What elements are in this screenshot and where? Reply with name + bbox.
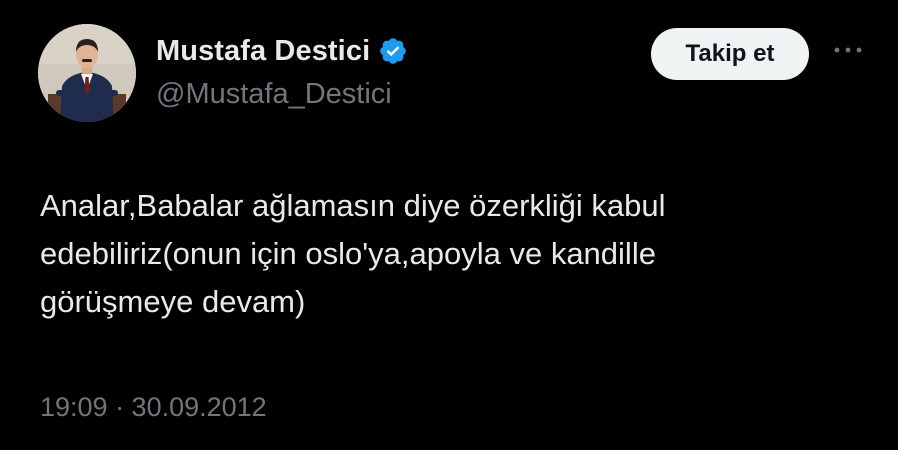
author-name-row: Mustafa Destici bbox=[156, 33, 408, 69]
author-handle[interactable]: @Mustafa_Destici bbox=[156, 78, 392, 111]
follow-button[interactable]: Takip et bbox=[651, 28, 809, 80]
tweet-text: Analar,Babalar ağlamasın diye özerkliği … bbox=[40, 188, 666, 319]
tweet-timestamp[interactable]: 19:09 · 30.09.2012 bbox=[40, 392, 267, 423]
avatar-image bbox=[38, 24, 136, 122]
tweet-card: Mustafa Destici @Mustafa_Destici Takip e… bbox=[0, 0, 898, 450]
display-name[interactable]: Mustafa Destici bbox=[156, 35, 370, 68]
verified-badge-icon bbox=[378, 36, 408, 66]
more-horizontal-icon bbox=[834, 47, 862, 53]
more-options-button[interactable] bbox=[828, 36, 868, 64]
avatar[interactable] bbox=[38, 24, 136, 122]
